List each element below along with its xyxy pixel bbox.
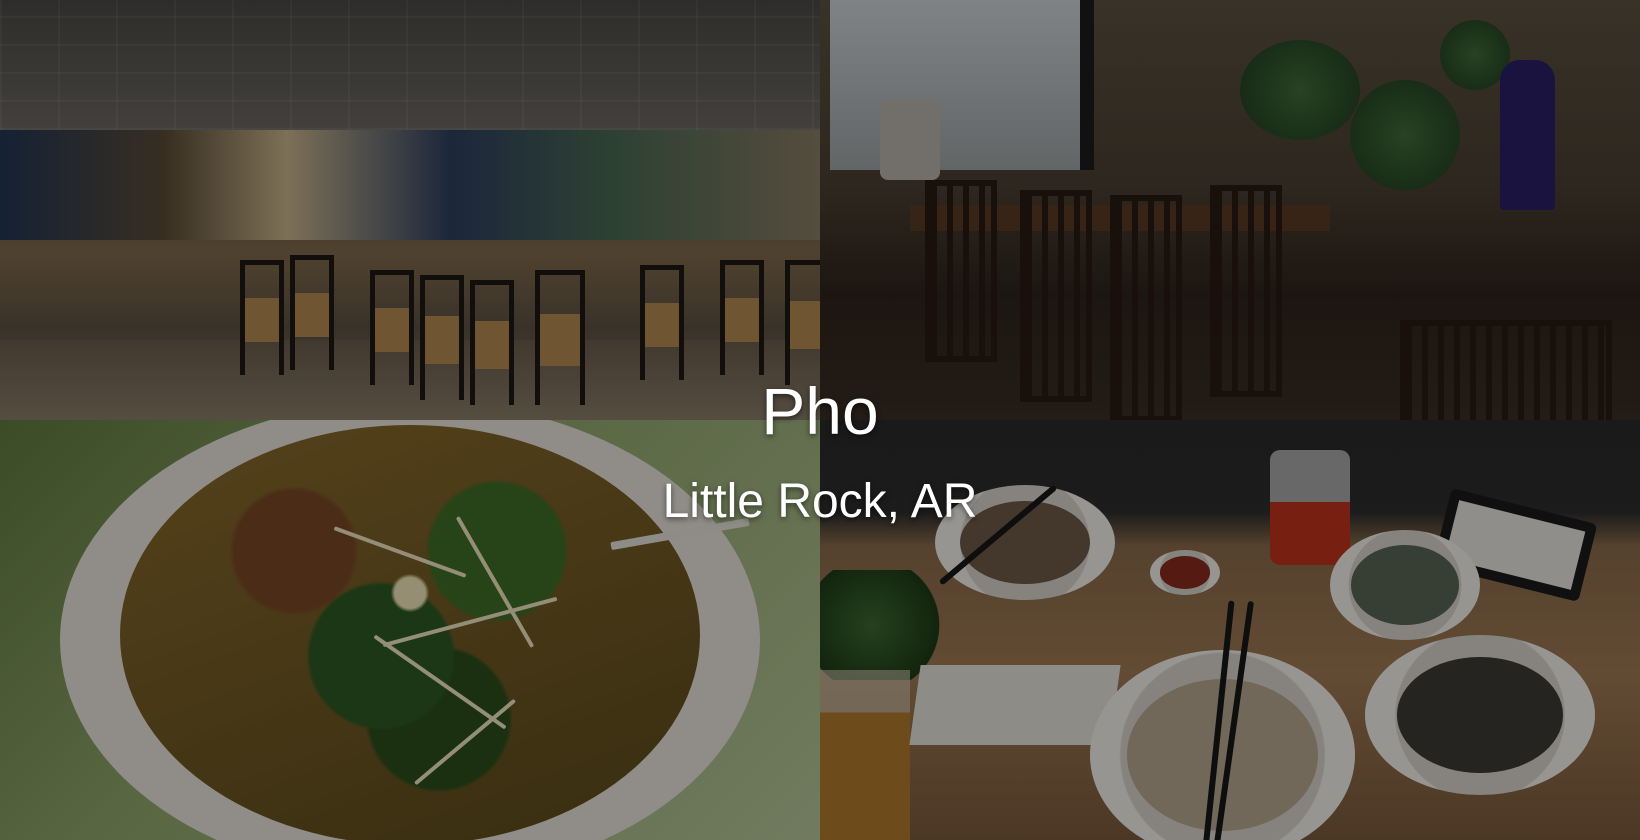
photo-dining-room bbox=[820, 0, 1640, 420]
photo-dim-overlay bbox=[0, 420, 820, 840]
photo-table-bowls bbox=[820, 420, 1640, 840]
photo-dim-overlay bbox=[820, 420, 1640, 840]
photo-restaurant-interior bbox=[0, 0, 820, 420]
photo-dim-overlay bbox=[0, 0, 820, 420]
photo-dim-overlay bbox=[820, 0, 1640, 420]
photo-pho-bowl bbox=[0, 420, 820, 840]
photo-collage bbox=[0, 0, 1640, 840]
